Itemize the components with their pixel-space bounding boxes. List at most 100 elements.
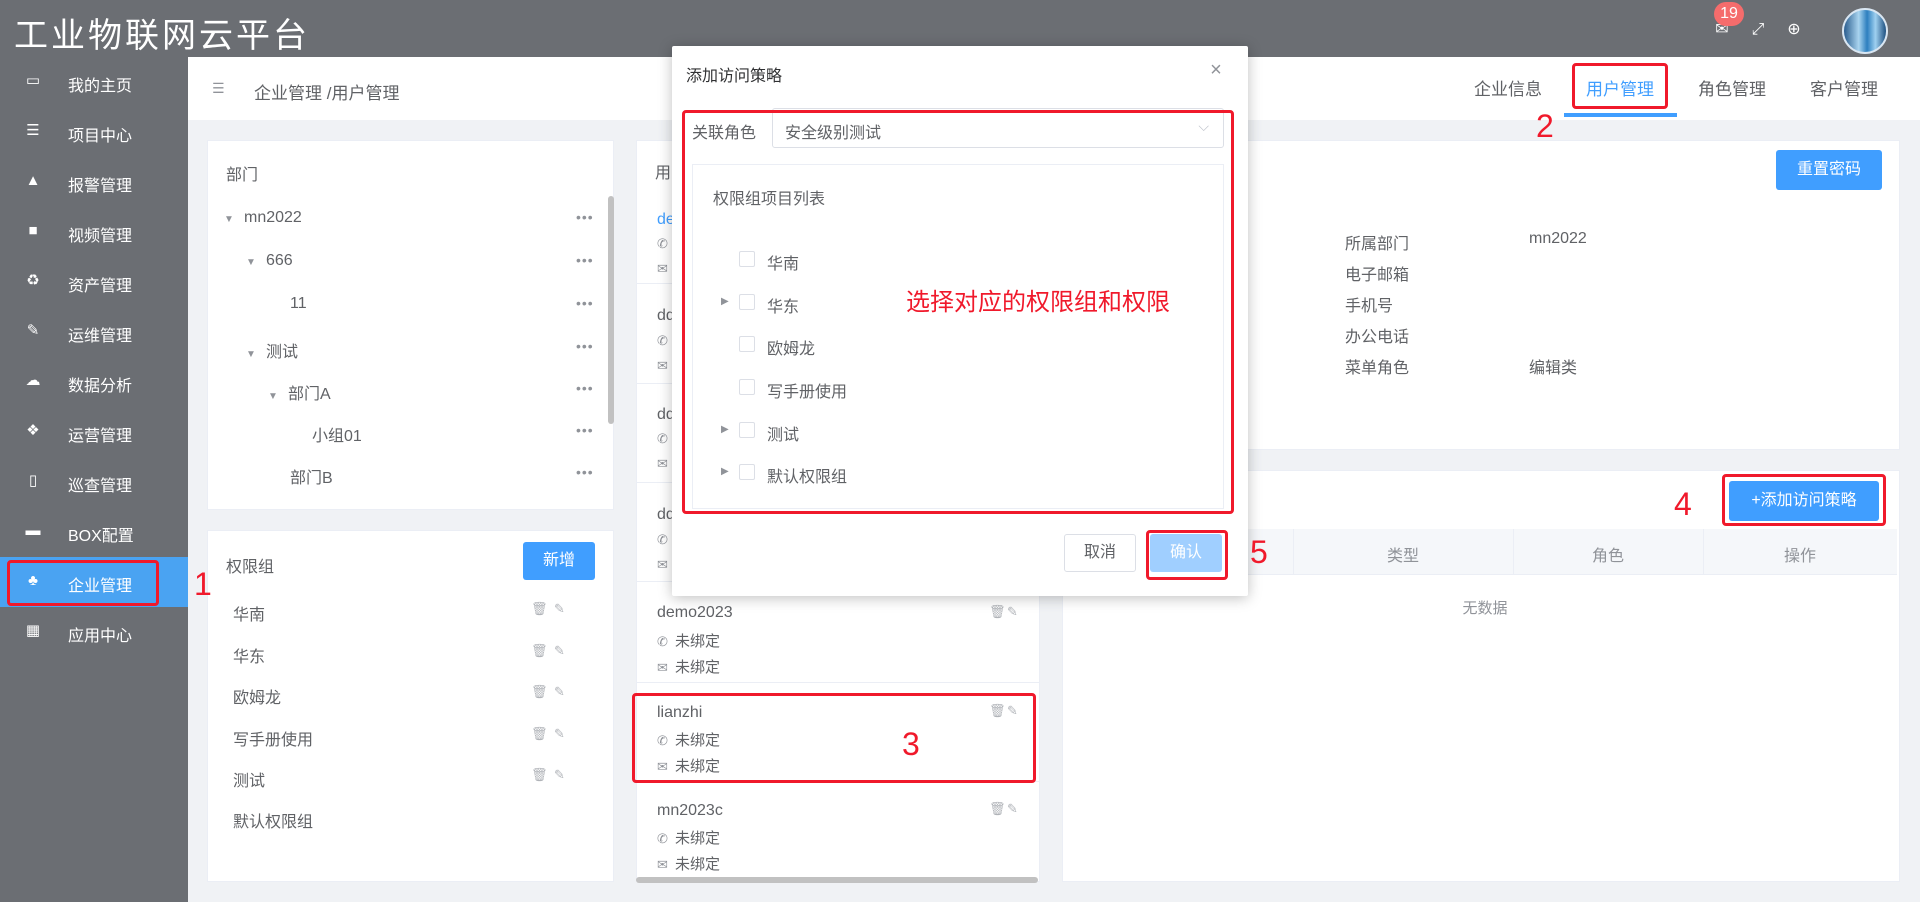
sidebar-item-label: 巡查管理: [68, 478, 133, 495]
sidebar-item-box-config[interactable]: ▬ BOX配置: [0, 507, 188, 557]
video-icon: ■: [28, 222, 38, 239]
sidebar-item-label: 数据分析: [68, 378, 133, 395]
permission-group-item[interactable]: 测试: [233, 767, 265, 791]
add-group-button[interactable]: 新增: [523, 542, 595, 580]
sidebar-item-label: 应用中心: [68, 628, 133, 645]
panel-title: 用: [655, 165, 672, 182]
tree-node[interactable]: 小组01: [312, 422, 362, 446]
tree-node[interactable]: ▼ 测试: [246, 338, 298, 362]
permission-group-item[interactable]: 默认权限组: [233, 808, 313, 832]
tree-node[interactable]: 11: [290, 295, 307, 313]
list-icon: ☰: [26, 122, 40, 139]
phone-icon: ✆: [657, 634, 668, 649]
close-icon[interactable]: ×: [1206, 60, 1226, 80]
info-label: 办公电话: [1345, 329, 1410, 346]
sidebar-item-label: BOX配置: [68, 528, 134, 545]
laptop-icon: ▭: [25, 72, 41, 89]
delete-icon[interactable]: 🗑: [531, 601, 548, 617]
edit-icon[interactable]: ✎: [554, 601, 565, 617]
tree-node[interactable]: 部门B: [290, 464, 333, 488]
tab-enterprise-info[interactable]: 企业信息: [1474, 75, 1542, 100]
caret-down-icon[interactable]: ▼: [268, 391, 278, 402]
delete-icon[interactable]: 🗑: [989, 801, 1006, 817]
sidebar: ▭ 我的主页 ☰ 项目中心 ▲ 报警管理 ■ 视频管理 ♻ 资产管理 ✎ 运维管…: [0, 57, 188, 902]
fullscreen-icon[interactable]: ⤢: [1749, 21, 1767, 39]
cloud-chart-icon: ☁: [25, 372, 41, 389]
more-icon[interactable]: •••: [576, 209, 594, 225]
language-icon[interactable]: ⊕: [1785, 21, 1803, 39]
annotation-box: [1146, 530, 1228, 580]
column-header: 类型: [1386, 548, 1419, 565]
user-email: ✉ 未绑定: [657, 856, 721, 873]
delete-icon[interactable]: 🗑: [531, 684, 548, 700]
annotation-number: 4: [1674, 486, 1692, 522]
sidebar-item-label: 项目中心: [68, 128, 133, 145]
sidebar-item-operations[interactable]: ❖ 运营管理: [0, 407, 188, 457]
delete-icon[interactable]: 🗑: [989, 604, 1006, 620]
permission-group-item[interactable]: 华南: [233, 601, 265, 625]
tab-customer-management[interactable]: 客户管理: [1810, 75, 1878, 100]
permission-group-item[interactable]: 华东: [233, 643, 265, 667]
edit-icon[interactable]: ✎: [554, 684, 565, 700]
annotation-box: [632, 693, 1036, 783]
delete-icon[interactable]: 🗑: [531, 643, 548, 659]
edit-icon[interactable]: ✎: [554, 643, 565, 659]
sidebar-item-analytics[interactable]: ☁ 数据分析: [0, 357, 188, 407]
sidebar-item-projects[interactable]: ☰ 项目中心: [0, 107, 188, 157]
info-label: 电子邮箱: [1345, 267, 1410, 284]
caret-down-icon[interactable]: ▼: [246, 349, 256, 360]
grid-icon: ▦: [25, 622, 41, 639]
tree-node[interactable]: ▼ mn2022: [224, 209, 302, 227]
divider: [637, 682, 1039, 683]
permission-group-item[interactable]: 欧姆龙: [233, 684, 281, 708]
avatar[interactable]: [1842, 8, 1888, 54]
edit-icon[interactable]: ✎: [1007, 604, 1018, 620]
edit-icon[interactable]: ✎: [554, 726, 565, 742]
sidebar-item-alarms[interactable]: ▲ 报警管理: [0, 157, 188, 207]
sidebar-item-label: 报警管理: [68, 178, 133, 195]
annotation-box: [1722, 474, 1886, 526]
recycle-icon: ♻: [26, 272, 40, 289]
sidebar-item-video[interactable]: ■ 视频管理: [0, 207, 188, 257]
info-value: 编辑类: [1529, 360, 1578, 377]
sidebar-item-apps[interactable]: ▦ 应用中心: [0, 607, 188, 657]
reset-password-button[interactable]: 重置密码: [1776, 150, 1882, 190]
caret-down-icon[interactable]: ▼: [246, 257, 256, 268]
cancel-button[interactable]: 取消: [1064, 534, 1136, 572]
tab-role-management[interactable]: 角色管理: [1698, 75, 1766, 100]
sidebar-item-home[interactable]: ▭ 我的主页: [0, 57, 188, 107]
tree-node[interactable]: ▼ 部门A: [268, 380, 331, 404]
more-icon[interactable]: •••: [576, 338, 594, 354]
menu-toggle-icon[interactable]: ☰: [212, 81, 228, 95]
user-phone: ✆ 未绑定: [657, 830, 721, 847]
user-list-scrollbar[interactable]: [636, 877, 1038, 883]
delete-icon[interactable]: 🗑: [531, 767, 548, 783]
empty-state: 无数据: [1462, 600, 1508, 617]
tree-node[interactable]: ▼ 666: [246, 252, 293, 270]
sidebar-item-label: 视频管理: [68, 228, 133, 245]
sidebar-item-assets[interactable]: ♻ 资产管理: [0, 257, 188, 307]
more-icon[interactable]: •••: [576, 295, 594, 311]
sidebar-item-maintenance[interactable]: ✎ 运维管理: [0, 307, 188, 357]
monitor-icon: ▬: [25, 522, 41, 539]
notification-badge: 19: [1714, 2, 1744, 26]
permission-group-item[interactable]: 写手册使用: [233, 726, 313, 750]
edit-icon[interactable]: ✎: [1007, 801, 1018, 817]
department-panel: 部门 ▼ mn2022 ▼ 666 11 ▼ 测试 ▼ 部门A 小组01 部门B •••…: [207, 140, 614, 510]
edit-icon[interactable]: ✎: [554, 767, 565, 783]
user-name[interactable]: mn2023c: [657, 802, 723, 820]
more-icon[interactable]: •••: [576, 422, 594, 438]
user-phone: ✆ 未绑定: [657, 633, 721, 650]
tree-scrollbar[interactable]: [608, 196, 614, 424]
sidebar-item-inspection[interactable]: ▯ 巡查管理: [0, 457, 188, 507]
dialog-title: 添加访问策略: [686, 68, 783, 85]
user-name[interactable]: demo2023: [657, 604, 733, 622]
delete-icon[interactable]: 🗑: [531, 726, 548, 742]
info-value: mn2022: [1529, 230, 1587, 247]
more-icon[interactable]: •••: [576, 252, 594, 268]
bell-icon: ▲: [25, 172, 41, 189]
caret-down-icon[interactable]: ▼: [224, 214, 234, 225]
more-icon[interactable]: •••: [576, 464, 594, 480]
annotation-number: 2: [1536, 108, 1554, 144]
more-icon[interactable]: •••: [576, 380, 594, 396]
